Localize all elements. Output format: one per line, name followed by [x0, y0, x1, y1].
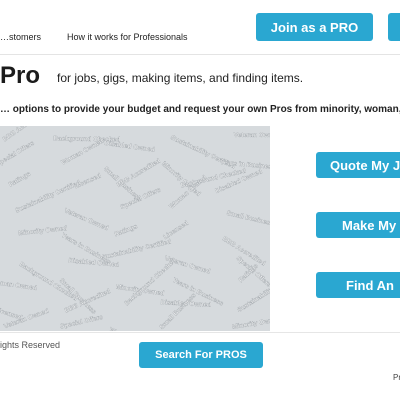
hero-badge-word: Special Offers — [0, 140, 36, 169]
hero-badge-word: Ratings — [8, 170, 32, 188]
hero-badge-word: Veteran Owned — [234, 132, 270, 139]
hero-badge-word: Woman Owned — [108, 327, 153, 331]
hero-badge-word: Minority Owned — [232, 316, 270, 331]
hero-badge-word: Minority Owned — [18, 225, 67, 237]
hero-badge-word: Woman Owned — [0, 279, 37, 292]
hero-badge-word: Sustainability Certified — [102, 238, 172, 261]
brand-logo-text: Pro — [0, 62, 41, 89]
hero-badge-word: Background Checked — [18, 261, 78, 302]
quote-my-job-button[interactable]: Quote My J — [316, 152, 400, 178]
hero-badge-word: Ratings — [114, 223, 139, 238]
join-as-pro-button[interactable]: Join as a PRO — [256, 13, 373, 41]
hero-badge-word: BBB Accredited — [2, 126, 46, 143]
hero-badge-word: Small Business — [226, 210, 270, 228]
hero-badge-word: Disabled Owned — [104, 140, 155, 154]
search-for-pros-button[interactable]: Search For PROS — [139, 342, 263, 368]
header-divider — [0, 54, 400, 55]
hero-tagline: for jobs, gigs, making items, and findin… — [57, 71, 304, 85]
hero-badge-word: Small Business — [159, 292, 198, 331]
make-my-item-button[interactable]: Make My — [316, 212, 400, 238]
hero-badges-image: BBB Accredited Background Checked Disabled… — [0, 126, 270, 331]
hero-badge-word: Licensed — [162, 220, 189, 241]
hero-badge-word: Special Offers — [59, 314, 104, 331]
header-cta-button[interactable] — [388, 13, 400, 41]
hero-badge-word: Veteran Owned — [63, 207, 109, 232]
hero-badge-word: BBB Accredited — [116, 158, 162, 189]
nav-link-how-it-works-professionals[interactable]: How it works for Professionals — [67, 32, 188, 42]
footer-trailing-text: Pr — [393, 373, 400, 382]
footer-divider — [0, 332, 400, 333]
find-an-item-button[interactable]: Find An — [316, 272, 400, 298]
copyright-text: ights Reserved — [0, 340, 61, 350]
hero-subtitle: … options to provide your budget and req… — [0, 104, 400, 115]
nav-link-customers[interactable]: …stomers — [0, 32, 41, 42]
